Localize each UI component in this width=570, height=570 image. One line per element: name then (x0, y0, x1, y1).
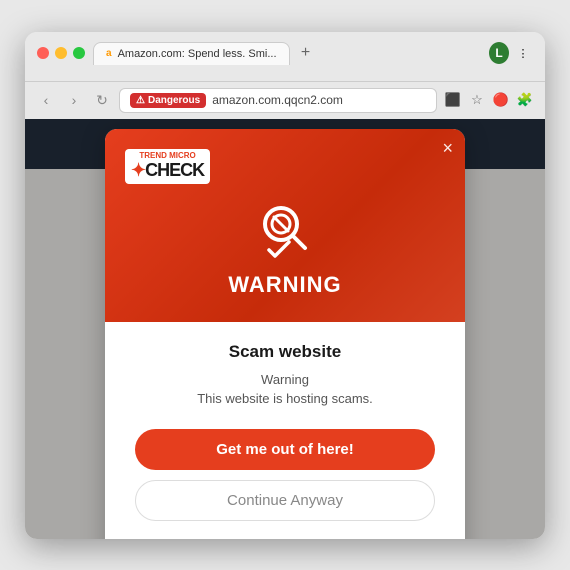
modal-overlay: × TREND MICRO ✦CHECK (25, 119, 545, 539)
tab-title: Amazon.com: Spend less. Smi... (118, 48, 277, 60)
extensions-area: L ⋮ (489, 43, 533, 63)
scam-subtitle: Warning This website is hosting scams. (135, 370, 435, 409)
brand-tm-text: TREND MICRO (131, 152, 204, 160)
tab-bar: a Amazon.com: Spend less. Smi... + L ⋮ (93, 42, 533, 65)
continue-anyway-button[interactable]: Continue Anyway (135, 480, 435, 521)
trend-micro-logo: TREND MICRO ✦CHECK (125, 149, 210, 184)
get-out-button[interactable]: Get me out of here! (135, 429, 435, 470)
scam-title: Scam website (135, 342, 435, 362)
brand-bar: TREND MICRO ✦CHECK (125, 149, 445, 184)
address-bar[interactable]: ⚠ Dangerous amazon.com.qqcn2.com (119, 88, 437, 113)
bookmark-icon[interactable]: ☆ (467, 90, 487, 110)
avatar: L (489, 42, 509, 64)
warning-svg-icon (253, 198, 317, 262)
toolbar-icons: ⬛ ☆ 🔴 🧩 (443, 90, 535, 110)
minimize-traffic-light[interactable] (55, 47, 67, 59)
more-options-icon[interactable]: ⋮ (513, 43, 533, 63)
danger-label: Dangerous (148, 95, 200, 106)
browser-window: a Amazon.com: Spend less. Smi... + L ⋮ ‹… (25, 32, 545, 539)
extension-red-icon[interactable]: 🔴 (491, 90, 511, 110)
brand-check-text: ✦CHECK (131, 160, 204, 181)
maximize-traffic-light[interactable] (73, 47, 85, 59)
cast-icon[interactable]: ⬛ (443, 90, 463, 110)
traffic-lights (37, 47, 85, 59)
close-traffic-light[interactable] (37, 47, 49, 59)
modal-header: × TREND MICRO ✦CHECK (105, 129, 465, 322)
profile-icon: L (489, 43, 509, 63)
amazon-favicon: a (106, 48, 112, 59)
refresh-button[interactable]: ↻ (91, 89, 113, 111)
danger-badge: ⚠ Dangerous (130, 93, 206, 108)
warning-title: WARNING (125, 272, 445, 298)
puzzle-icon[interactable]: 🧩 (515, 90, 535, 110)
modal-close-button[interactable]: × (442, 139, 453, 157)
subtitle-line1: Warning (261, 372, 309, 387)
warning-icon: ⚠ (136, 95, 145, 106)
warning-modal: × TREND MICRO ✦CHECK (105, 129, 465, 539)
forward-button[interactable]: › (63, 89, 85, 111)
address-text: amazon.com.qqcn2.com (212, 93, 343, 107)
warning-icon-wrapper (253, 198, 317, 262)
active-tab[interactable]: a Amazon.com: Spend less. Smi... (93, 42, 290, 65)
back-button[interactable]: ‹ (35, 89, 57, 111)
subtitle-line2: This website is hosting scams. (197, 391, 373, 406)
browser-titlebar: a Amazon.com: Spend less. Smi... + L ⋮ (25, 32, 545, 82)
modal-body: Scam website Warning This website is hos… (105, 322, 465, 539)
new-tab-button[interactable]: + (296, 43, 316, 63)
browser-content: × TREND MICRO ✦CHECK (25, 119, 545, 539)
browser-toolbar: ‹ › ↻ ⚠ Dangerous amazon.com.qqcn2.com ⬛… (25, 82, 545, 119)
